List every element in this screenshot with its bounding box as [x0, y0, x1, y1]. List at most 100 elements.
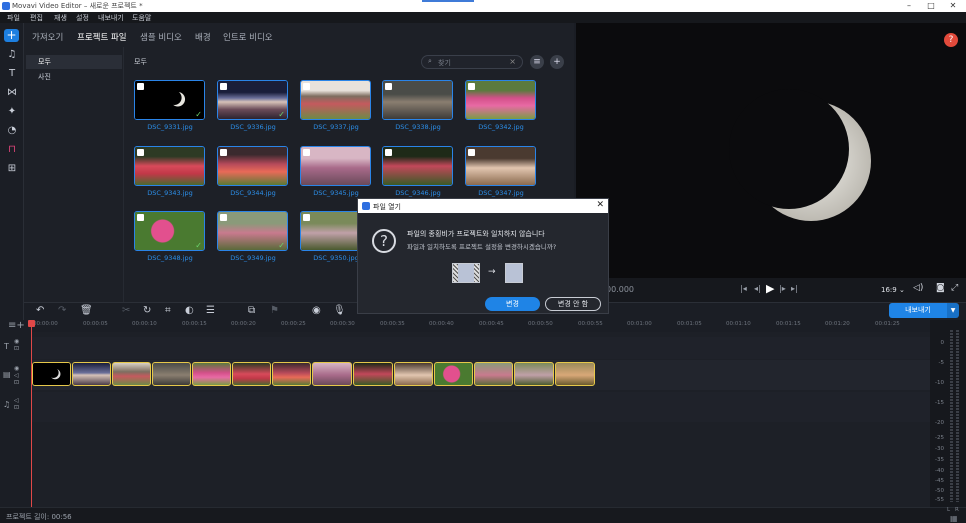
visibility-icon[interactable]: ◉ — [14, 365, 19, 372]
overlay-icon[interactable]: ⧉ — [248, 305, 255, 316]
undo-icon[interactable]: ↶ — [36, 305, 44, 316]
export-button[interactable]: 내보내기 — [889, 303, 947, 318]
media-thumb[interactable] — [300, 80, 371, 120]
media-thumb[interactable] — [217, 146, 288, 186]
timeline-clip[interactable] — [32, 362, 71, 386]
dont-change-button[interactable]: 변경 안 함 — [545, 297, 601, 311]
add-media-button[interactable]: + — [4, 29, 19, 42]
category-photo[interactable]: 사진 — [26, 70, 122, 84]
timeline-clip[interactable] — [232, 362, 271, 386]
media-thumb[interactable]: ✓ — [134, 80, 205, 120]
add-folder-button[interactable]: + — [550, 55, 564, 69]
tab-background[interactable]: 배경 — [195, 31, 211, 43]
meter-level: -45 — [935, 478, 944, 484]
media-thumb[interactable] — [382, 146, 453, 186]
maximize-button[interactable]: □ — [920, 0, 942, 12]
music-icon[interactable]: ♫ — [4, 48, 20, 62]
media-thumb[interactable]: ✓ — [217, 80, 288, 120]
mute-icon[interactable]: ◁ — [14, 397, 19, 404]
prev-frame-icon[interactable]: ◂| — [754, 284, 761, 293]
clip-properties-icon[interactable]: ☰ — [206, 305, 215, 316]
snapshot-icon[interactable]: ◙ — [936, 283, 945, 293]
help-button[interactable]: ? — [944, 33, 958, 47]
tab-intro-video[interactable]: 인트로 비디오 — [223, 31, 273, 43]
media-thumb[interactable] — [134, 146, 205, 186]
menu-playback[interactable]: 재생 — [54, 13, 67, 23]
webcam-icon[interactable]: ◉ — [312, 305, 321, 316]
menu-edit[interactable]: 편집 — [30, 13, 43, 23]
more-tools-icon[interactable]: ⊞ — [4, 162, 20, 176]
ruler-tick: 00:00:45 — [479, 321, 504, 327]
sort-button[interactable]: ≡ — [530, 55, 544, 69]
marker-icon[interactable]: ⚑ — [270, 305, 279, 316]
menu-settings[interactable]: 설정 — [76, 13, 89, 23]
timeline-clip[interactable] — [112, 362, 151, 386]
ruler-tick: 00:00:50 — [528, 321, 553, 327]
clear-search-icon[interactable]: × — [509, 57, 516, 66]
media-thumb[interactable] — [465, 146, 536, 186]
filter-icon[interactable]: ◔ — [4, 124, 20, 138]
audio-meter: 0 -5 -10 -15 -20 -25 -30 -35 -40 -45 -50… — [930, 320, 966, 507]
timeline-clip[interactable] — [272, 362, 311, 386]
timeline-ruler[interactable]: 00:00:00 00:00:05 00:00:10 00:00:15 00:0… — [31, 320, 930, 332]
play-icon[interactable]: ▶ — [766, 282, 774, 295]
change-button[interactable]: 변경 — [485, 297, 540, 311]
effects-icon[interactable]: ✦ — [4, 105, 20, 119]
title-track[interactable] — [31, 337, 930, 359]
transition-icon[interactable]: ⋈ — [4, 86, 20, 100]
dialog-close-icon[interactable]: ✕ — [596, 200, 604, 210]
timeline-clip[interactable] — [312, 362, 352, 386]
add-track-icon[interactable]: ≡+ — [8, 320, 25, 331]
audio-track[interactable] — [31, 392, 930, 422]
timeline-clip[interactable] — [474, 362, 513, 386]
fullscreen-icon[interactable]: ⤢ — [951, 283, 958, 293]
mute-icon[interactable]: ◁ — [14, 372, 19, 379]
minimize-button[interactable]: – — [898, 0, 920, 12]
next-frame-icon[interactable]: |▸ — [779, 284, 786, 293]
timeline-clip[interactable] — [192, 362, 231, 386]
split-icon[interactable]: ✂ — [122, 305, 130, 316]
export-dropdown[interactable]: ▼ — [947, 303, 959, 318]
to-start-icon[interactable]: |◂ — [740, 284, 747, 293]
color-adjust-icon[interactable]: ◐ — [185, 305, 194, 316]
media-thumb[interactable]: ✓ — [217, 211, 288, 251]
timeline-clip[interactable] — [152, 362, 191, 386]
menu-help[interactable]: 도움말 — [132, 13, 151, 23]
title-bar: Movavi Video Editor – 새로운 프로젝트 * – □ ✕ — [0, 0, 966, 12]
visibility-icon[interactable]: ◉ — [14, 338, 19, 345]
search-input[interactable]: ⌕ 찾기 × — [421, 55, 523, 69]
tab-sample-video[interactable]: 샘플 비디오 — [140, 31, 182, 43]
timeline-clip[interactable] — [353, 362, 393, 386]
rotate-icon[interactable]: ↻ — [143, 305, 151, 316]
microphone-icon[interactable]: 🎙 — [333, 305, 346, 316]
redo-icon[interactable]: ↷ — [58, 305, 66, 316]
search-placeholder: 찾기 — [438, 59, 451, 67]
volume-icon[interactable]: ◁) — [913, 283, 923, 293]
media-thumb[interactable]: ✓ — [134, 211, 205, 251]
meter-settings-icon[interactable]: ▦ — [950, 514, 958, 523]
magnet-icon[interactable]: ⊓ — [4, 143, 20, 157]
timeline-clip[interactable] — [514, 362, 554, 386]
timeline-clip[interactable] — [394, 362, 433, 386]
media-thumb[interactable] — [465, 80, 536, 120]
media-thumb[interactable] — [382, 80, 453, 120]
media-thumb[interactable] — [300, 146, 371, 186]
to-end-icon[interactable]: ▸| — [791, 284, 798, 293]
close-button[interactable]: ✕ — [942, 0, 964, 12]
title-icon[interactable]: T — [4, 67, 20, 81]
timeline-clip[interactable] — [555, 362, 595, 386]
lock-icon[interactable]: ⊡ — [14, 345, 19, 352]
lock-icon[interactable]: ⊡ — [14, 379, 19, 386]
aspect-ratio-select[interactable]: 16:9 ⌄ — [881, 286, 905, 294]
lock-icon[interactable]: ⊡ — [14, 404, 19, 411]
timeline-clip[interactable] — [434, 362, 473, 386]
menu-file[interactable]: 파일 — [7, 13, 20, 23]
timeline-clip[interactable] — [72, 362, 111, 386]
tab-import[interactable]: 가져오기 — [32, 31, 63, 43]
category-all[interactable]: 모두 — [26, 55, 122, 69]
tab-project-files[interactable]: 프로젝트 파일 — [77, 31, 127, 43]
delete-icon[interactable]: 🗑 — [80, 305, 93, 316]
menu-export[interactable]: 내보내기 — [98, 13, 124, 23]
crop-icon[interactable]: ⌗ — [165, 305, 171, 316]
playhead[interactable] — [28, 320, 35, 507]
